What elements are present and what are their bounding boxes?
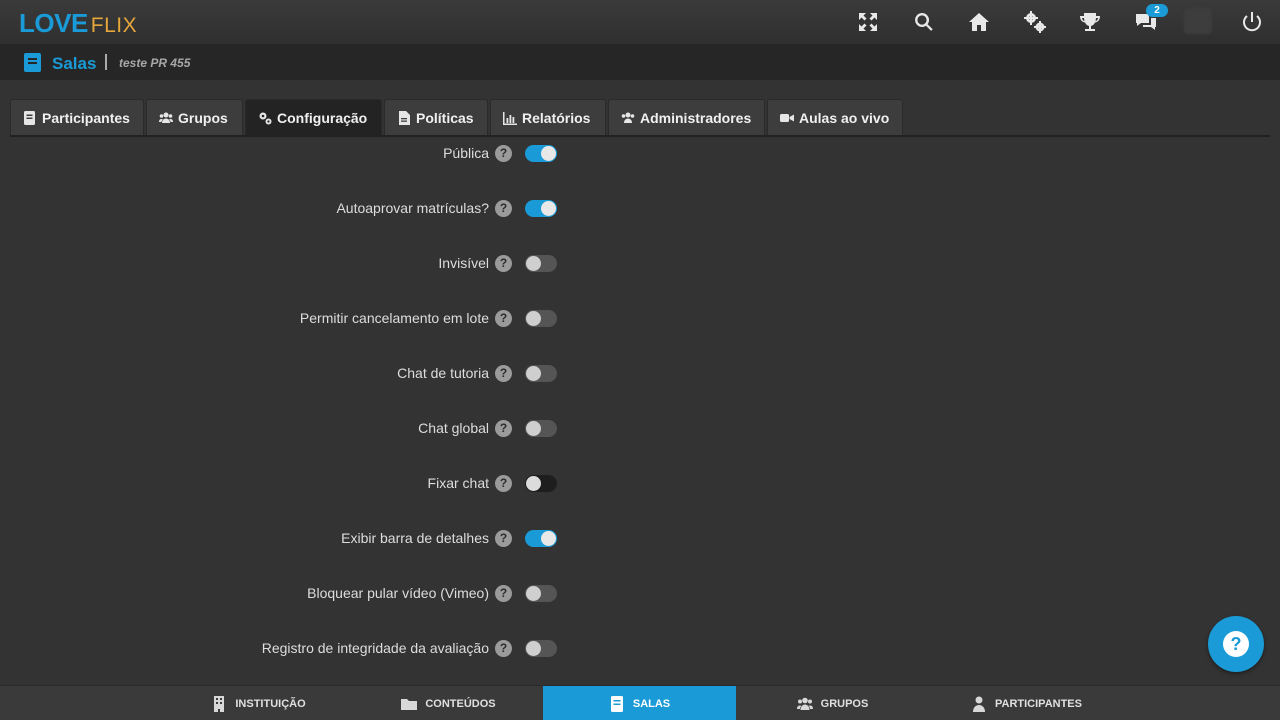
setting-label: Permitir cancelamento em lote [299,310,489,326]
setting-row: Bloquear pular vídeo (Vimeo) ? [0,578,560,608]
users-icon [796,697,813,710]
bottom-nav-label: SALAS [632,697,671,710]
help-icon[interactable]: ? [495,585,512,602]
setting-label: Invisível [438,255,489,271]
setting-row: Registro de integridade da avaliação ? [0,633,560,663]
help-icon[interactable]: ? [495,530,512,547]
setting-label: Fixar chat [427,475,489,491]
settings-list: Pública ? Autoaprovar matrículas? ? Invi… [0,137,1280,685]
toggle-switch[interactable] [525,145,557,162]
avatar[interactable] [1184,8,1212,34]
video-icon [780,114,794,122]
toggle-switch[interactable] [525,640,557,657]
bottom-nav-label: CONTEÚDOS [425,697,496,710]
tab-relatorios[interactable]: Relatórios [490,99,606,136]
toggle-switch[interactable] [525,365,557,382]
setting-row: Pública ? [0,138,560,168]
app-logo[interactable]: LOVE FLIX [19,8,137,38]
tab-configuracao[interactable]: Configuração [245,99,382,136]
tab-participantes[interactable]: Participantes [10,99,144,136]
book-icon [24,53,41,72]
tab-aulas-ao-vivo[interactable]: Aulas ao vivo [767,99,903,136]
help-icon[interactable]: ? [495,145,512,162]
bottom-nav-participantes[interactable]: PARTICIPANTES [930,686,1123,720]
setting-label: Bloquear pular vídeo (Vimeo) [307,585,489,601]
notification-badge: 2 [1146,4,1168,17]
help-icon[interactable]: ? [495,255,512,272]
help-icon[interactable]: ? [495,365,512,382]
top-bar: LOVE FLIX 2 [0,0,1280,44]
bottom-nav-label: PARTICIPANTES [995,697,1082,710]
tab-label: Grupos [178,110,228,126]
help-button[interactable]: ? [1208,616,1264,672]
help-icon[interactable]: ? [495,200,512,217]
toggle-switch[interactable] [525,475,557,492]
gears-icon [259,112,272,125]
book-icon [610,695,623,712]
setting-row: Fixar chat ? [0,468,560,498]
bottom-nav: INSTITUIÇÃO CONTEÚDOS SALAS GRUPOS PARTI… [0,685,1280,720]
toggle-switch[interactable] [525,310,557,327]
search-icon[interactable] [910,8,938,36]
help-icon[interactable]: ? [495,420,512,437]
home-icon[interactable] [965,8,993,36]
tab-label: Configuração [277,110,368,126]
chat-icon[interactable]: 2 [1132,4,1168,36]
setting-row: Invisível ? [0,248,560,278]
course-name: teste PR 455 [119,56,191,70]
help-icon[interactable]: ? [495,475,512,492]
setting-row: Exibir barra de detalhes ? [0,523,560,553]
tab-label: Administradores [640,110,752,126]
section-title[interactable]: Salas [52,54,96,74]
folder-icon [401,698,418,710]
building-icon [214,695,225,712]
bottom-nav-grupos[interactable]: GRUPOS [736,686,929,720]
tab-grupos[interactable]: Grupos [146,99,243,136]
toggle-switch[interactable] [525,420,557,437]
setting-label: Chat de tutoria [397,365,489,381]
gears-icon[interactable] [1021,8,1049,36]
file-icon [399,111,410,125]
bottom-nav-label: GRUPOS [820,697,869,710]
power-icon[interactable] [1238,8,1266,36]
fullscreen-icon[interactable] [854,8,882,36]
users-icon [159,112,173,123]
book-icon [24,111,35,125]
bottom-nav-label: INSTITUIÇÃO [235,697,306,710]
help-icon[interactable]: ? [495,640,512,657]
trophy-icon[interactable] [1076,8,1104,36]
bottom-nav-instituicao[interactable]: INSTITUIÇÃO [162,686,355,720]
toggle-switch[interactable] [525,255,557,272]
setting-label: Registro de integridade da avaliação [261,640,489,656]
toggle-switch[interactable] [525,200,557,217]
setting-row: Autoaprovar matrículas? ? [0,193,560,223]
tab-label: Políticas [416,110,474,126]
users-icon [621,112,635,123]
bottom-nav-conteudos[interactable]: CONTEÚDOS [352,686,545,720]
logo-love: LOVE [19,8,88,38]
help-icon: ? [1223,631,1249,657]
setting-label: Chat global [418,420,489,436]
sub-header: Salas teste PR 455 [0,44,1280,80]
tab-label: Participantes [42,110,130,126]
tab-bar: Participantes Grupos Configuração Políti… [10,99,905,136]
setting-row: Chat de tutoria ? [0,358,560,388]
setting-label: Exibir barra de detalhes [341,530,489,546]
tab-label: Relatórios [522,110,591,126]
setting-label: Autoaprovar matrículas? [336,200,489,216]
tab-administradores[interactable]: Administradores [608,99,765,136]
toggle-switch[interactable] [525,530,557,547]
tab-politicas[interactable]: Políticas [384,99,488,136]
help-icon[interactable]: ? [495,310,512,327]
title-divider [105,54,107,70]
user-icon [973,696,985,712]
toggle-switch[interactable] [525,585,557,602]
logo-flix: FLIX [90,14,138,37]
tab-label: Aulas ao vivo [799,110,890,126]
setting-label: Pública [443,145,489,161]
setting-row: Chat global ? [0,413,560,443]
bottom-nav-salas[interactable]: SALAS [543,686,736,720]
setting-row: Permitir cancelamento em lote ? [0,303,560,333]
chart-icon [503,112,517,125]
